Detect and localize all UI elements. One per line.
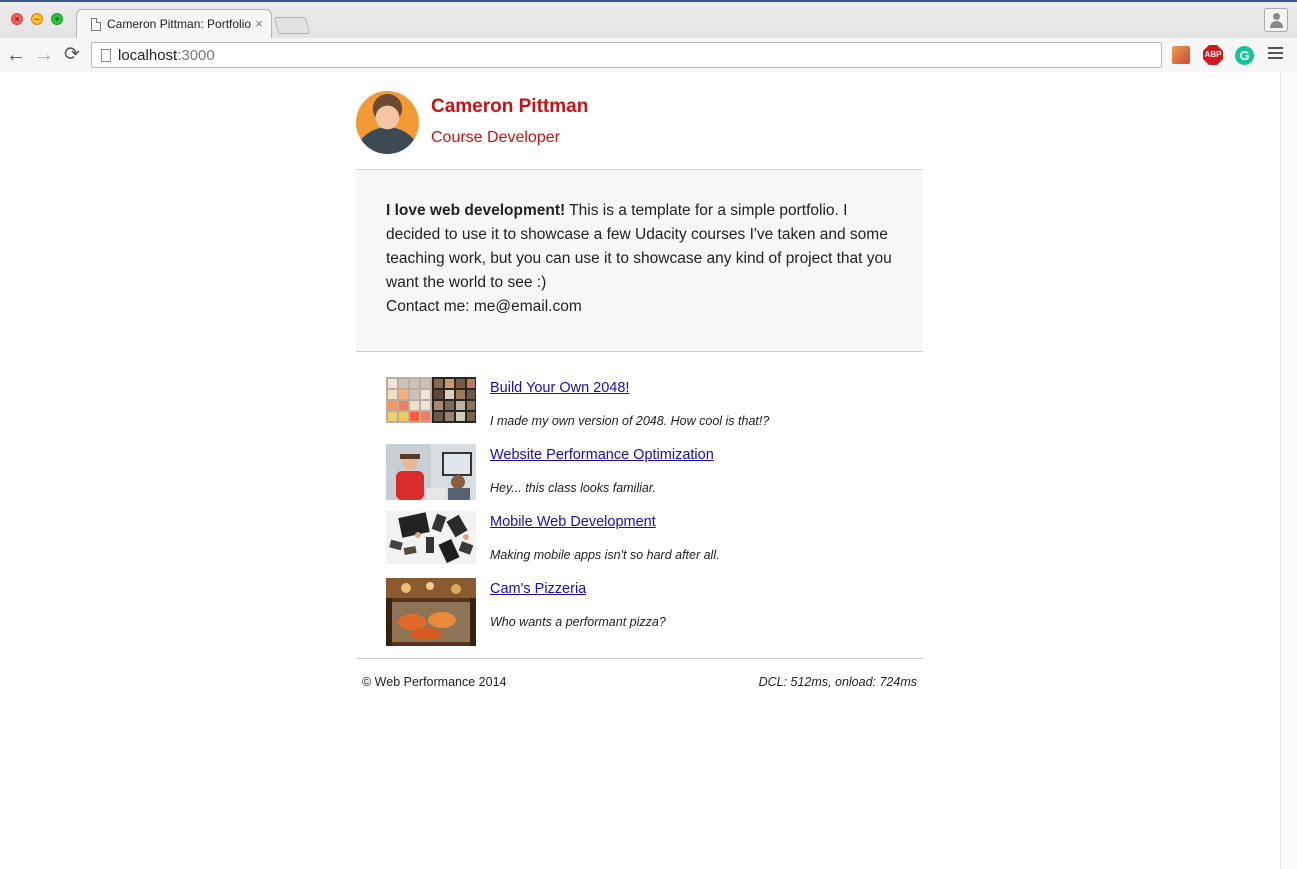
project-thumbnail-2048[interactable] (386, 377, 476, 423)
profile-header: Cameron Pittman Course Developer (356, 73, 923, 170)
project-link-2048[interactable]: Build Your Own 2048! (490, 380, 629, 396)
forward-icon[interactable]: → (33, 44, 55, 66)
list-item: Cam's Pizzeria Who wants a performant pi… (356, 578, 923, 646)
url-port: :3000 (177, 47, 215, 64)
page-footer: © Web Performance 2014 DCL: 512ms, onloa… (356, 659, 923, 699)
bookmark-extension-icon[interactable] (1172, 46, 1190, 64)
project-thumbnail-pizzeria[interactable] (386, 578, 476, 646)
new-tab-button[interactable] (273, 17, 311, 34)
project-list: Build Your Own 2048! I made my own versi… (356, 352, 923, 659)
project-link-mobile[interactable]: Mobile Web Development (490, 514, 656, 530)
browser-tab-active[interactable]: Cameron Pittman: Portfolio × (76, 9, 272, 38)
page-icon (101, 49, 111, 62)
adblock-plus-icon[interactable]: ABP (1203, 45, 1223, 65)
address-text[interactable]: localhost:3000 (118, 47, 215, 64)
tab-title: Cameron Pittman: Portfolio (107, 17, 252, 31)
scrollbar-track[interactable] (1280, 73, 1297, 869)
grammarly-icon[interactable]: G (1235, 46, 1254, 65)
footer-perf-stats: DCL: 512ms, onload: 724ms (758, 675, 917, 689)
hamburger-menu-icon[interactable] (1268, 47, 1283, 62)
window-minimize-button[interactable]: – (31, 13, 43, 25)
window-maximize-button[interactable]: + (51, 13, 63, 25)
avatar (356, 91, 419, 154)
project-thumbnail-performance[interactable] (386, 444, 476, 500)
list-item: Build Your Own 2048! I made my own versi… (356, 377, 923, 444)
browser-chrome: × – + Cameron Pittman: Portfolio × ← → ⟳… (0, 0, 1297, 72)
project-link-pizzeria[interactable]: Cam's Pizzeria (490, 581, 586, 597)
page-icon (91, 18, 101, 31)
contact-line: Contact me: me@email.com (386, 298, 582, 315)
profile-name: Cameron Pittman (431, 96, 589, 117)
project-description: Hey... this class looks familiar. (490, 481, 657, 495)
list-item: Mobile Web Development Making mobile app… (356, 511, 923, 578)
window-top-edge (0, 0, 1297, 2)
list-item: Website Performance Optimization Hey... … (356, 444, 923, 511)
project-description: I made my own version of 2048. How cool … (490, 414, 770, 428)
tab-close-icon[interactable]: × (255, 16, 263, 31)
intro-section: I love web development! This is a templa… (356, 170, 923, 352)
reload-icon[interactable]: ⟳ (61, 44, 83, 66)
project-link-performance[interactable]: Website Performance Optimization (490, 447, 714, 463)
project-description: Making mobile apps isn't so hard after a… (490, 548, 720, 562)
portfolio-container: Cameron Pittman Course Developer I love … (356, 73, 923, 699)
page-viewport: Cameron Pittman Course Developer I love … (0, 73, 1280, 869)
address-bar[interactable]: localhost:3000 (91, 42, 1162, 68)
intro-headline: I love web development! (386, 202, 566, 219)
profile-role: Course Developer (431, 129, 560, 146)
url-host: localhost (118, 47, 178, 64)
project-description: Who wants a performant pizza? (490, 615, 666, 629)
project-thumbnail-mobile[interactable] (386, 511, 476, 564)
profile-icon[interactable] (1264, 8, 1288, 32)
browser-toolbar: ← → ⟳ localhost:3000 ABP G (0, 38, 1297, 72)
back-icon[interactable]: ← (5, 44, 27, 66)
footer-copyright: © Web Performance 2014 (362, 675, 507, 689)
window-close-button[interactable]: × (11, 13, 23, 25)
